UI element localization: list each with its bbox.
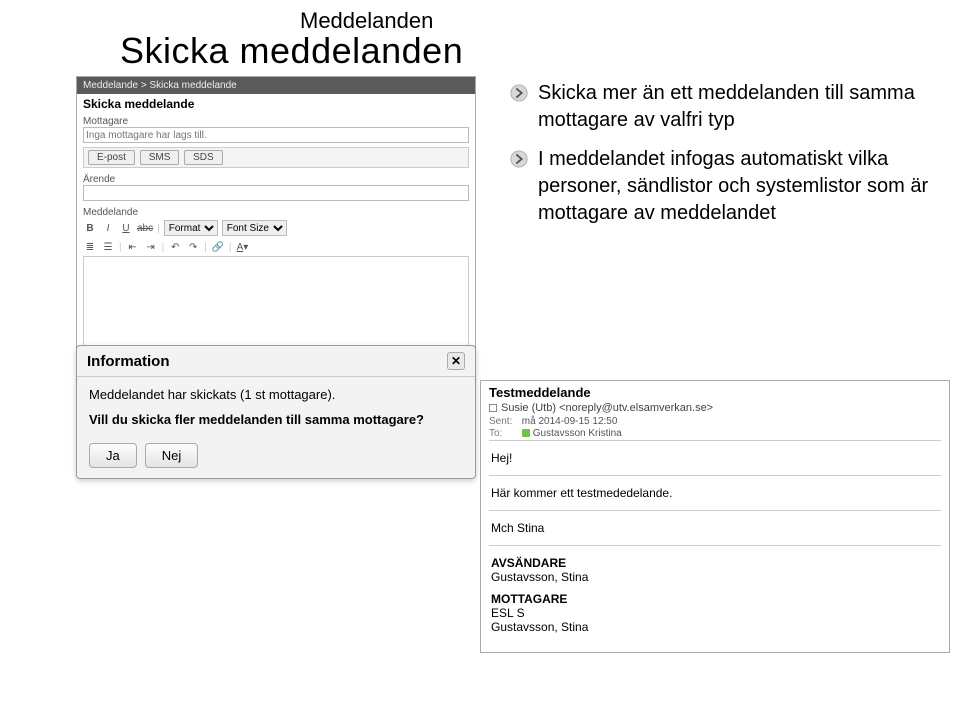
- format-select[interactable]: Format: [164, 220, 218, 236]
- compose-panel: Meddelande > Skicka meddelande Skicka me…: [76, 76, 476, 373]
- yes-button[interactable]: Ja: [89, 443, 137, 468]
- editor-toolbar-1: B I U abc | Format Font Size: [77, 218, 475, 238]
- preview-subject: Testmeddelande: [489, 385, 941, 400]
- underline-button[interactable]: U: [119, 221, 133, 235]
- close-icon: ✕: [451, 354, 461, 368]
- undo-button[interactable]: ↶: [168, 240, 182, 254]
- channel-tabs: E-post SMS SDS: [83, 147, 469, 168]
- list-item: Skicka mer än ett meddelanden till samma…: [510, 80, 930, 134]
- link-button[interactable]: 🔗: [211, 240, 225, 254]
- sender-heading: AVSÄNDARE: [491, 556, 939, 570]
- subject-input[interactable]: [83, 185, 469, 201]
- strike-button[interactable]: abc: [137, 221, 153, 235]
- bullet-text: I meddelandet infogas automatiskt vilka …: [538, 146, 930, 227]
- chevron-bullet-icon: [510, 84, 528, 102]
- recipients-input[interactable]: [83, 127, 469, 143]
- close-button[interactable]: ✕: [447, 352, 465, 370]
- preview-sent: Sent: må 2014-09-15 12:50: [489, 416, 941, 427]
- breadcrumb: Meddelande > Skicka meddelande: [77, 77, 475, 94]
- dialog-title: Information: [87, 353, 170, 370]
- list-item: I meddelandet infogas automatiskt vilka …: [510, 146, 930, 227]
- preview-sender-section: AVSÄNDARE Gustavsson, Stina: [489, 545, 941, 586]
- dialog-line-2: Vill du skicka fler meddelanden till sam…: [89, 412, 463, 427]
- ordered-list-button[interactable]: ≣: [83, 240, 97, 254]
- preview-body-line: Här kommer ett testmededelande.: [489, 475, 941, 510]
- no-button[interactable]: Nej: [145, 443, 199, 468]
- preview-to: To: Gustavsson Kristina: [489, 428, 941, 439]
- italic-button[interactable]: I: [101, 221, 115, 235]
- outdent-button[interactable]: ⇤: [126, 240, 140, 254]
- textcolor-button[interactable]: A▾: [235, 240, 249, 254]
- checkbox-icon: [489, 404, 497, 412]
- recipient-line: ESL S: [491, 606, 939, 620]
- editor-toolbar-2: ≣ ☰ | ⇤ ⇥ | ↶ ↷ | 🔗 | A▾: [77, 238, 475, 256]
- compose-heading: Skicka meddelande: [77, 94, 475, 114]
- preview-recipient-section: MOTTAGARE ESL S Gustavsson, Stina: [489, 586, 941, 644]
- message-preview-panel: Testmeddelande Susie (Utb) <noreply@utv.…: [480, 380, 950, 653]
- bullet-list: Skicka mer än ett meddelanden till samma…: [510, 80, 930, 239]
- recipients-label: Mottagare: [77, 114, 475, 127]
- fontsize-select[interactable]: Font Size: [222, 220, 287, 236]
- presence-icon: [522, 429, 530, 437]
- bold-button[interactable]: B: [83, 221, 97, 235]
- body-label: Meddelande: [77, 205, 475, 218]
- indent-button[interactable]: ⇥: [144, 240, 158, 254]
- preview-body-line: Mch Stina: [489, 510, 941, 545]
- tab-epost[interactable]: E-post: [88, 150, 135, 165]
- redo-button[interactable]: ↷: [186, 240, 200, 254]
- info-dialog: Information ✕ Meddelandet har skickats (…: [76, 345, 476, 479]
- tab-sds[interactable]: SDS: [184, 150, 223, 165]
- unordered-list-button[interactable]: ☰: [101, 240, 115, 254]
- recipient-line: Gustavsson, Stina: [491, 620, 939, 634]
- page-title: Skicka meddelanden: [120, 30, 463, 72]
- subject-label: Ärende: [77, 172, 475, 185]
- chevron-bullet-icon: [510, 150, 528, 168]
- recipient-heading: MOTTAGARE: [491, 592, 939, 606]
- preview-body-line: Hej!: [489, 440, 941, 475]
- preview-from: Susie (Utb) <noreply@utv.elsamverkan.se>: [489, 402, 941, 414]
- bullet-text: Skicka mer än ett meddelanden till samma…: [538, 80, 930, 134]
- dialog-line-1: Meddelandet har skickats (1 st mottagare…: [89, 387, 463, 402]
- sender-name: Gustavsson, Stina: [491, 570, 939, 584]
- tab-sms[interactable]: SMS: [140, 150, 180, 165]
